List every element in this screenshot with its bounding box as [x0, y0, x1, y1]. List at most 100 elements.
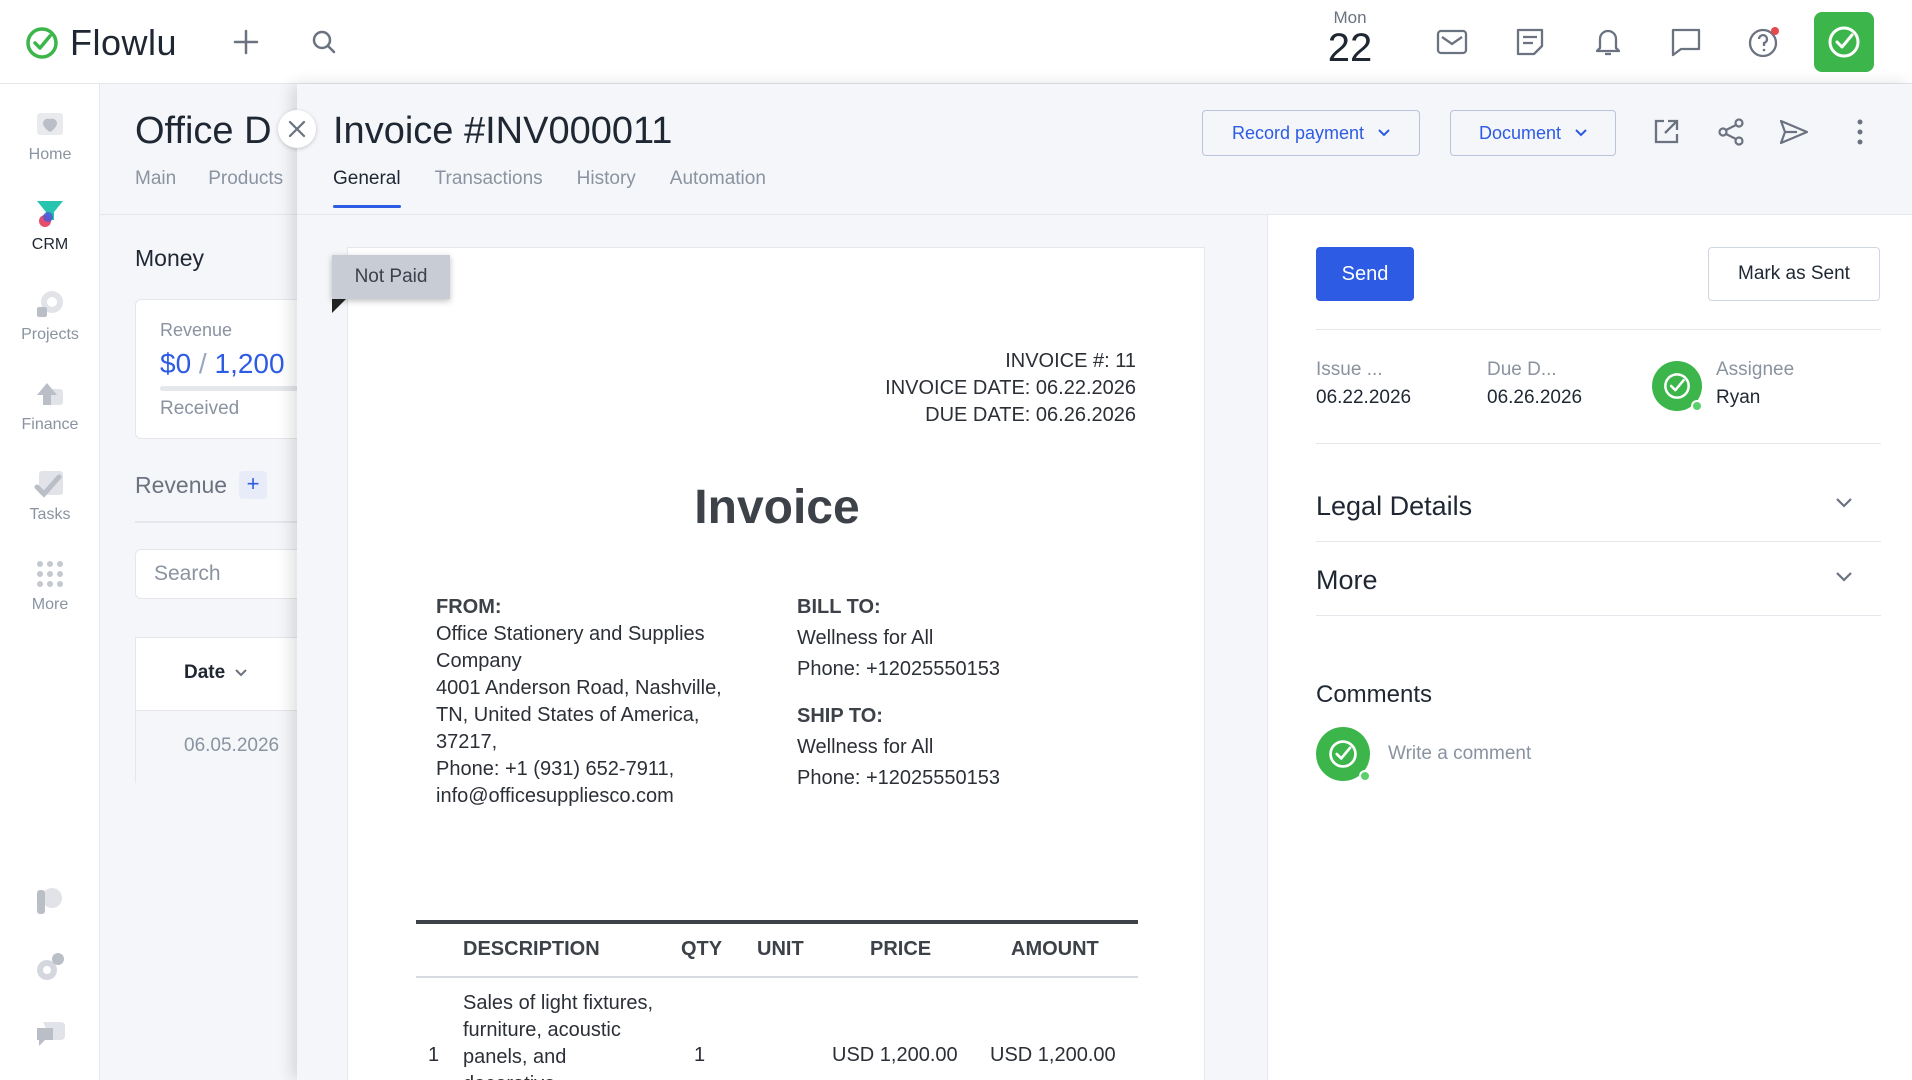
row-index: 1 — [428, 1044, 440, 1066]
revenue-total-value: 1,200 — [214, 348, 285, 379]
bill-to-name: Wellness for All — [797, 627, 934, 649]
revenue-received-value: $0 — [160, 348, 192, 379]
add-revenue-button[interactable]: + — [239, 471, 268, 499]
left-nav: Home CRM Projects Finance Tasks More — [0, 84, 100, 1080]
bell-icon[interactable] — [1590, 24, 1626, 60]
mark-as-sent-button[interactable]: Mark as Sent — [1708, 247, 1880, 301]
projects-icon — [32, 286, 68, 322]
search-icon[interactable] — [306, 24, 342, 60]
row-price: USD 1,200.00 — [832, 1044, 958, 1066]
from-email: info@officesuppliesco.com — [436, 785, 674, 807]
finance-icon — [32, 376, 68, 412]
tab-automation[interactable]: Automation — [670, 168, 766, 208]
issue-date-label: Issue ... — [1316, 359, 1383, 380]
col-price: PRICE — [870, 938, 932, 960]
due-date-label: Due D... — [1487, 359, 1557, 380]
nav-label-home: Home — [28, 146, 72, 163]
due-date: DUE DATE: 06.26.2026 — [925, 404, 1136, 426]
tab-general[interactable]: General — [333, 168, 401, 208]
invoice-tabs: General Transactions History Automation — [333, 168, 766, 208]
logo-icon — [26, 27, 58, 59]
revenue-separator: / — [191, 348, 215, 379]
tab-history[interactable]: History — [577, 168, 636, 208]
invoice-document: INVOICE #: 11 INVOICE DATE: 06.22.2026 D… — [347, 247, 1205, 1080]
background-deal-panel: Office D Main Products Money Revenue $0 … — [100, 84, 340, 1080]
tab-main[interactable]: Main — [135, 168, 176, 190]
nav-item-more[interactable]: More — [0, 556, 100, 614]
online-indicator — [1691, 400, 1703, 412]
tab-products[interactable]: Products — [208, 168, 283, 190]
assignee-label: Assignee — [1716, 359, 1795, 380]
send-icon[interactable] — [1776, 114, 1812, 150]
due-date-field: Due D... 06.26.2026 — [1487, 359, 1582, 409]
user-avatar[interactable] — [1814, 12, 1874, 72]
nav-item-finance[interactable]: Finance — [0, 376, 100, 434]
more-vertical-icon[interactable] — [1842, 114, 1878, 150]
invoice-body: Not Paid INVOICE #: 11 INVOICE DATE: 06.… — [297, 214, 1912, 1080]
divider — [1316, 541, 1881, 542]
tab-transactions[interactable]: Transactions — [435, 168, 543, 208]
chevron-down-icon — [1836, 498, 1852, 508]
nav-label-finance: Finance — [21, 416, 79, 433]
bill-to-phone: Phone: +12025550153 — [797, 658, 1000, 680]
send-button[interactable]: Send — [1316, 247, 1414, 301]
from-block: FROM: Office Stationery and Supplies Com… — [436, 594, 746, 810]
invoice-title: Invoice #INV000011 — [333, 110, 673, 152]
ship-to-label: SHIP TO: — [797, 705, 883, 727]
nav-label-crm: CRM — [31, 236, 69, 253]
close-panel-button[interactable] — [278, 110, 316, 148]
assignee-avatar[interactable] — [1652, 361, 1703, 412]
date-header-label: Date — [184, 662, 226, 683]
document-button[interactable]: Document — [1450, 110, 1616, 156]
close-icon — [288, 120, 306, 138]
apps-icon[interactable] — [0, 884, 100, 918]
logo[interactable]: Flowlu — [24, 22, 177, 64]
status-badge-fold — [332, 299, 346, 313]
share-icon[interactable] — [1713, 114, 1749, 150]
invoice-heading: Invoice — [694, 481, 860, 534]
table-row: 1 Sales of light fixtures, furniture, ac… — [416, 978, 1138, 1080]
more-title: More — [1316, 565, 1378, 595]
comments-heading: Comments — [1316, 681, 1433, 708]
from-company: Office Stationery and Supplies Company — [436, 623, 705, 672]
chevron-down-icon — [235, 669, 247, 677]
support-chat-icon[interactable] — [0, 1016, 100, 1050]
nav-item-projects[interactable]: Projects — [0, 286, 100, 344]
chat-icon[interactable] — [1668, 24, 1704, 60]
invoice-date: INVOICE DATE: 06.22.2026 — [885, 377, 1136, 399]
comment-input[interactable]: Write a comment — [1388, 743, 1531, 765]
nav-item-crm[interactable]: CRM — [0, 196, 100, 254]
notes-icon[interactable] — [1512, 24, 1548, 60]
date-widget[interactable]: Mon 22 — [1322, 8, 1378, 68]
chevron-down-icon — [1378, 129, 1390, 137]
assignee-field[interactable]: Assignee Ryan — [1716, 359, 1794, 409]
invoice-panel: Invoice #INV000011 General Transactions … — [297, 84, 1912, 1080]
divider — [1316, 615, 1881, 616]
from-label: FROM: — [436, 596, 502, 618]
chevron-down-icon — [1836, 572, 1852, 582]
open-external-icon[interactable] — [1648, 114, 1684, 150]
plus-icon[interactable] — [228, 24, 264, 60]
nav-item-tasks[interactable]: Tasks — [0, 466, 100, 524]
legal-details-section[interactable]: Legal Details — [1316, 491, 1881, 522]
invoice-meta: INVOICE #: 11 INVOICE DATE: 06.22.2026 D… — [885, 348, 1136, 429]
col-amount: AMOUNT — [1011, 938, 1099, 960]
date-column-header[interactable]: Date — [184, 662, 247, 684]
tasks-icon — [32, 466, 68, 502]
deal-body: Money Revenue $0 / 1,200 Received Revenu… — [100, 214, 340, 1080]
revenue-card-label: Revenue — [160, 320, 233, 340]
record-payment-button[interactable]: Record payment — [1202, 110, 1420, 156]
record-payment-label: Record payment — [1231, 122, 1365, 143]
bill-to-block: BILL TO: Wellness for All Phone: +120255… — [797, 594, 1117, 792]
online-indicator — [1359, 770, 1371, 782]
commenter-avatar — [1316, 727, 1371, 782]
settings-icon[interactable] — [0, 950, 100, 984]
nav-item-home[interactable]: Home — [0, 106, 100, 164]
col-description: DESCRIPTION — [463, 938, 600, 960]
divider — [1316, 443, 1881, 444]
help-icon[interactable] — [1746, 24, 1782, 60]
from-phone: Phone: +1 (931) 652-7911, — [436, 758, 675, 780]
more-section[interactable]: More — [1316, 565, 1881, 596]
bill-to-label: BILL TO: — [797, 596, 881, 618]
mail-icon[interactable] — [1434, 24, 1470, 60]
